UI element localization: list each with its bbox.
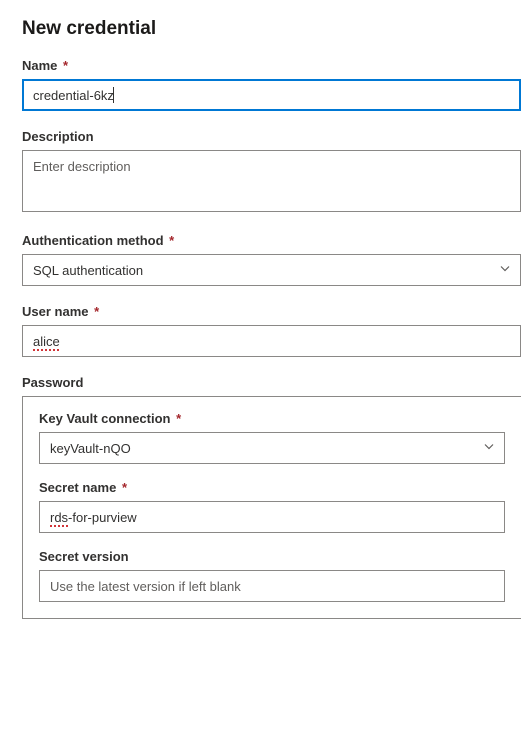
secretversion-field-group: Secret version bbox=[39, 549, 505, 602]
password-field-group: Password Key Vault connection * Secret n… bbox=[22, 375, 521, 619]
secretname-input[interactable] bbox=[39, 501, 505, 533]
secretname-label: Secret name * bbox=[39, 480, 505, 495]
name-input-value: credential-6kz bbox=[33, 88, 114, 103]
auth-method-label: Authentication method * bbox=[22, 233, 521, 248]
spellcheck-underline bbox=[33, 349, 61, 351]
description-field-group: Description bbox=[22, 129, 521, 215]
password-label: Password bbox=[22, 375, 521, 390]
auth-method-field-group: Authentication method * bbox=[22, 233, 521, 286]
spellcheck-underline bbox=[50, 525, 68, 527]
secretname-label-text: Secret name bbox=[39, 480, 116, 495]
username-field-group: User name * bbox=[22, 304, 521, 357]
required-mark: * bbox=[176, 411, 181, 426]
required-mark: * bbox=[94, 304, 99, 319]
username-label-text: User name bbox=[22, 304, 88, 319]
text-caret bbox=[113, 87, 114, 103]
page-title: New credential bbox=[22, 18, 521, 40]
name-label-text: Name bbox=[22, 58, 57, 73]
name-label: Name * bbox=[22, 58, 521, 73]
secretversion-label: Secret version bbox=[39, 549, 505, 564]
username-label: User name * bbox=[22, 304, 521, 319]
keyvault-field-group: Key Vault connection * bbox=[39, 411, 505, 464]
keyvault-label: Key Vault connection * bbox=[39, 411, 505, 426]
username-input[interactable] bbox=[22, 325, 521, 357]
name-field-group: Name * credential-6kz bbox=[22, 58, 521, 111]
password-section: Key Vault connection * Secret name * bbox=[22, 396, 521, 619]
description-input[interactable] bbox=[22, 150, 521, 212]
required-mark: * bbox=[169, 233, 174, 248]
description-label: Description bbox=[22, 129, 521, 144]
auth-method-select[interactable] bbox=[22, 254, 521, 286]
auth-method-label-text: Authentication method bbox=[22, 233, 164, 248]
secretname-field-group: Secret name * bbox=[39, 480, 505, 533]
required-mark: * bbox=[122, 480, 127, 495]
keyvault-select[interactable] bbox=[39, 432, 505, 464]
name-input[interactable]: credential-6kz bbox=[22, 79, 521, 111]
keyvault-label-text: Key Vault connection bbox=[39, 411, 170, 426]
secretversion-input[interactable] bbox=[39, 570, 505, 602]
required-mark: * bbox=[63, 58, 68, 73]
